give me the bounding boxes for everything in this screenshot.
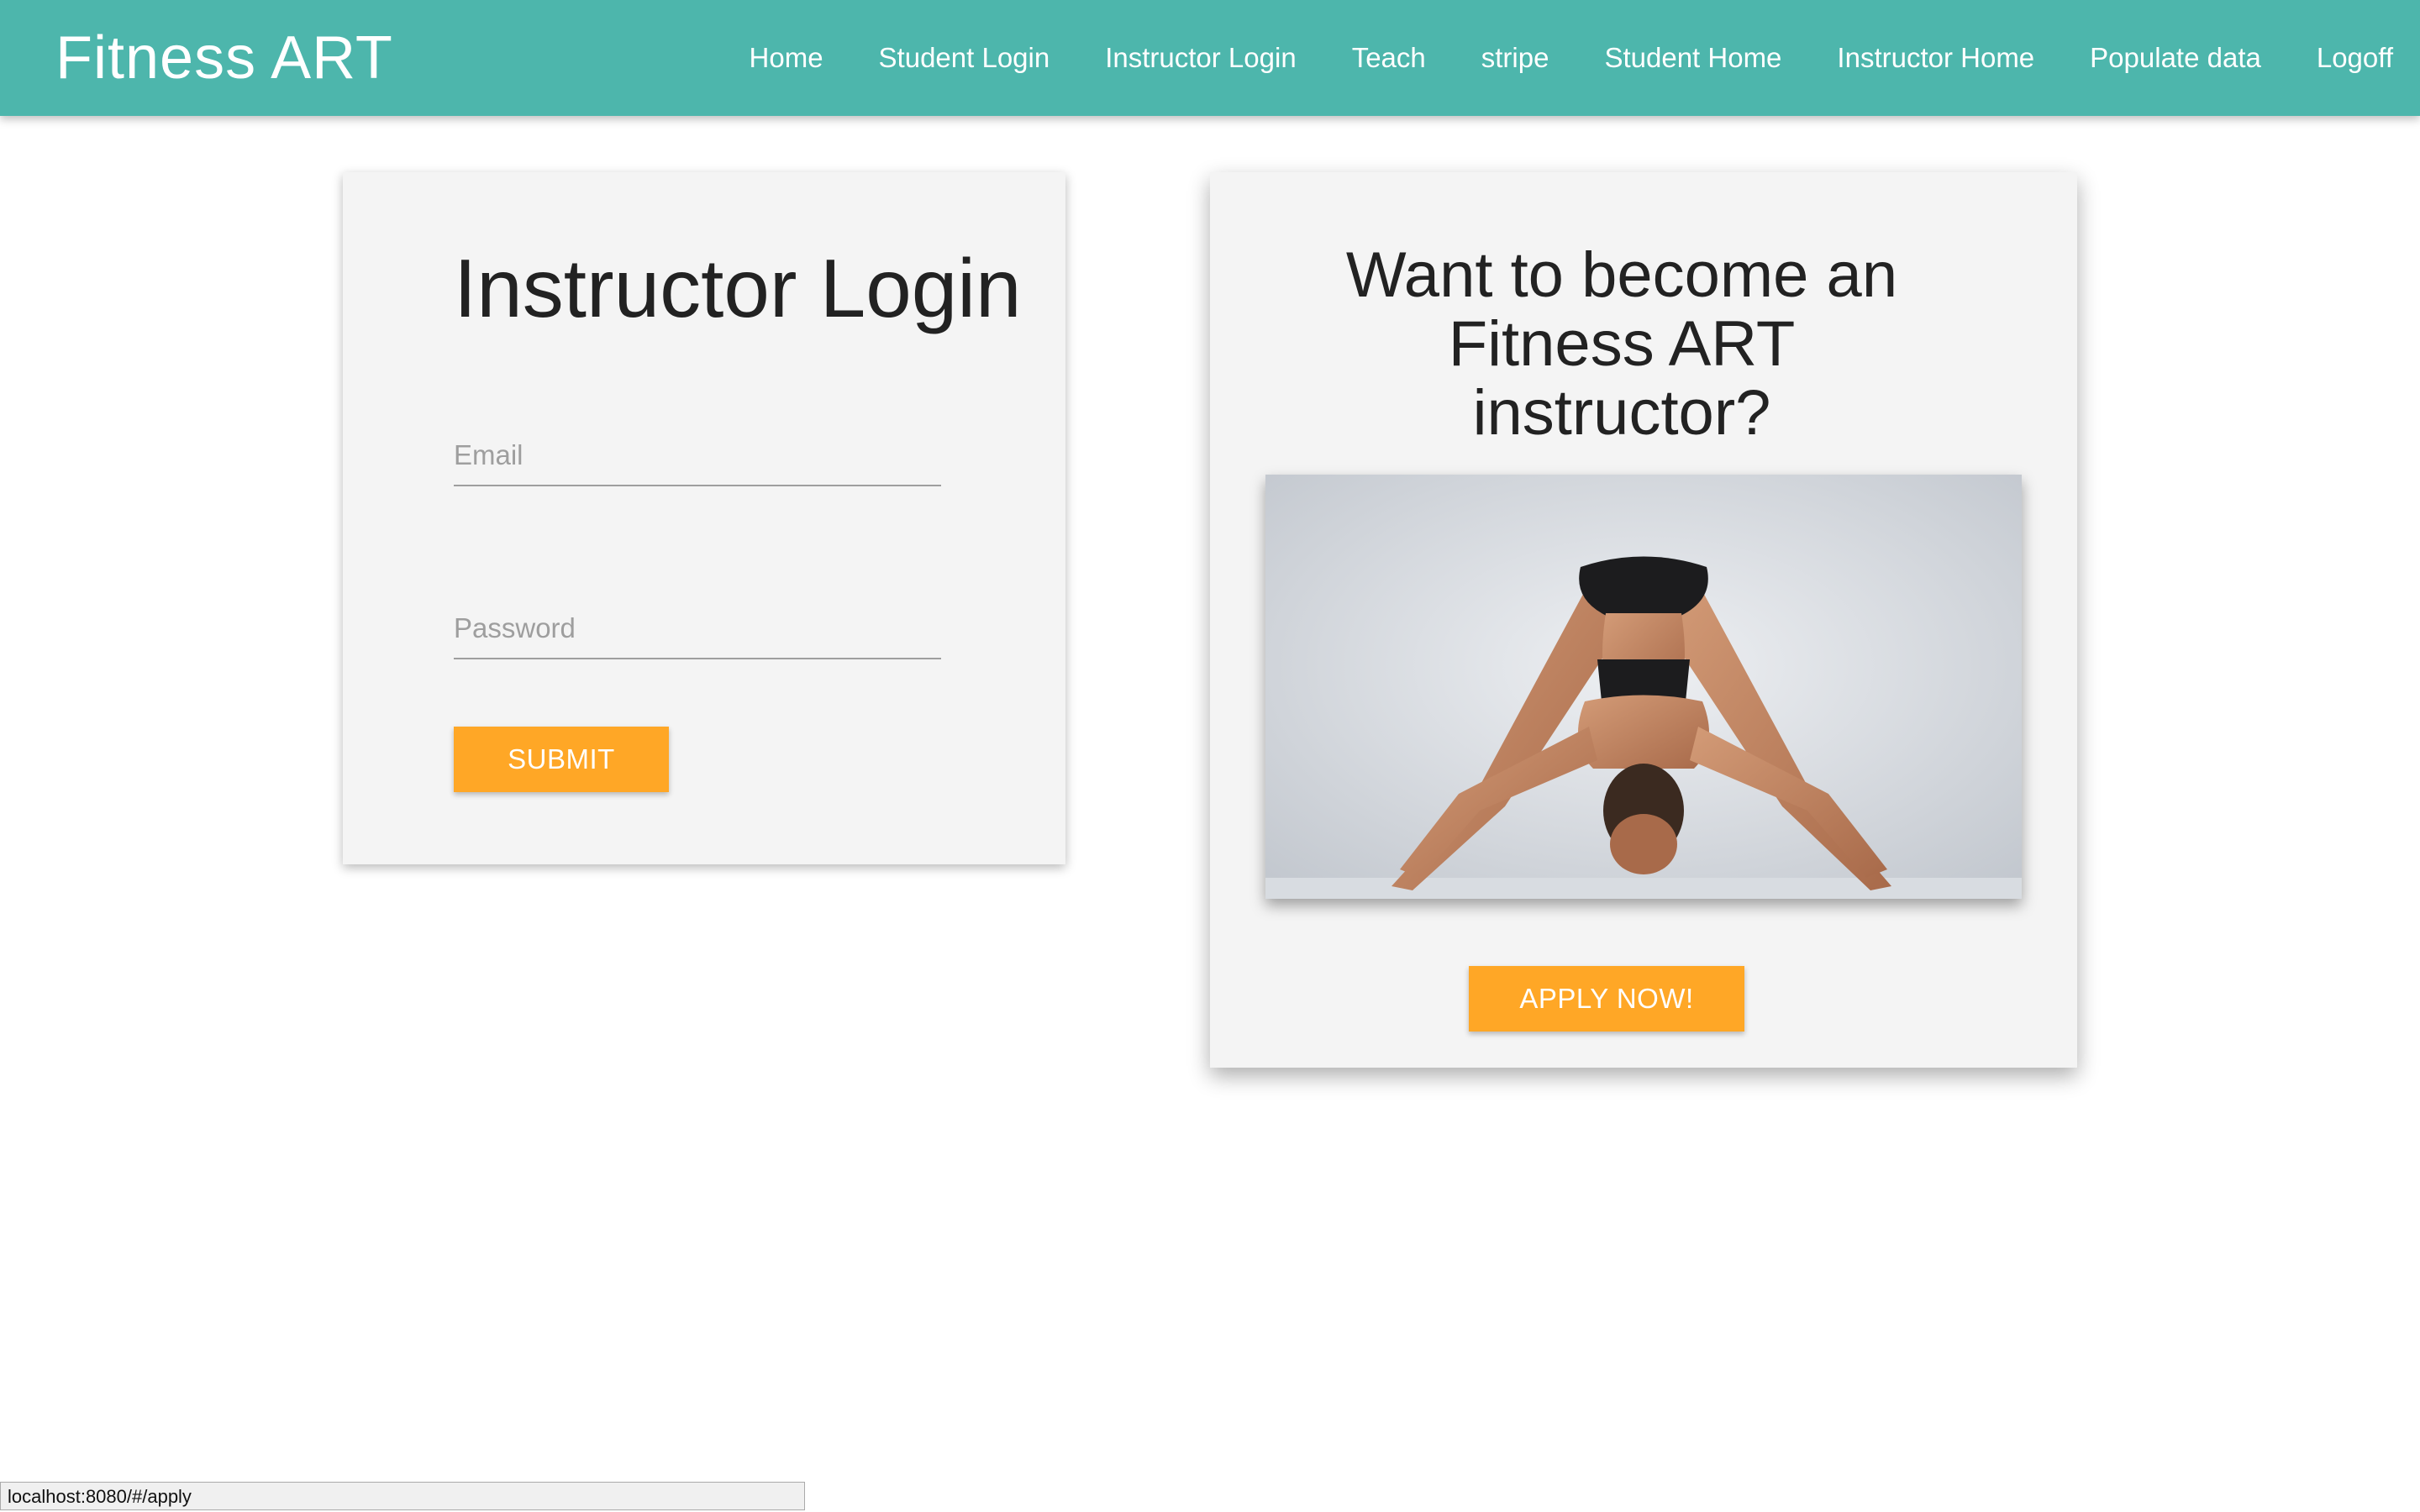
nav-link-student-login[interactable]: Student Login <box>851 0 1078 116</box>
nav-link-teach[interactable]: Teach <box>1324 0 1454 116</box>
nav-link-student-home[interactable]: Student Home <box>1576 0 1809 116</box>
nav-link-instructor-login[interactable]: Instructor Login <box>1077 0 1323 116</box>
email-input[interactable] <box>454 426 941 485</box>
submit-button[interactable]: SUBMIT <box>454 727 669 792</box>
email-field-wrapper <box>454 426 941 486</box>
apply-heading-line-1: Want to become an <box>1345 239 1898 311</box>
apply-now-button[interactable]: APPLY NOW! <box>1469 966 1744 1032</box>
navbar: Fitness ART Home Student Login Instructo… <box>0 0 2420 116</box>
nav-link-logoff[interactable]: Logoff <box>2289 0 2393 116</box>
nav-links: Home Student Login Instructor Login Teac… <box>722 0 2393 116</box>
login-title: Instructor Login <box>454 242 1022 334</box>
yoga-pose-photo <box>1265 475 2022 899</box>
apply-heading-line-2: Fitness ART <box>1448 308 1796 380</box>
password-input[interactable] <box>454 599 941 658</box>
nav-link-stripe[interactable]: stripe <box>1454 0 1577 116</box>
yoga-pose-illustration <box>1265 475 2022 899</box>
apply-heading: Want to become an Fitness ART instructor… <box>1319 241 1924 448</box>
apply-heading-line-3: instructor? <box>1472 377 1771 449</box>
brand-logo[interactable]: Fitness ART <box>55 22 393 94</box>
nav-link-instructor-home[interactable]: Instructor Home <box>1809 0 2062 116</box>
instructor-login-card: Instructor Login SUBMIT <box>343 172 1065 864</box>
become-instructor-card: Want to become an Fitness ART instructor… <box>1210 172 2077 1068</box>
nav-link-home[interactable]: Home <box>722 0 851 116</box>
password-field-wrapper <box>454 599 941 659</box>
status-bar-url: localhost:8080/#/apply <box>0 1482 805 1510</box>
nav-link-populate-data[interactable]: Populate data <box>2062 0 2289 116</box>
